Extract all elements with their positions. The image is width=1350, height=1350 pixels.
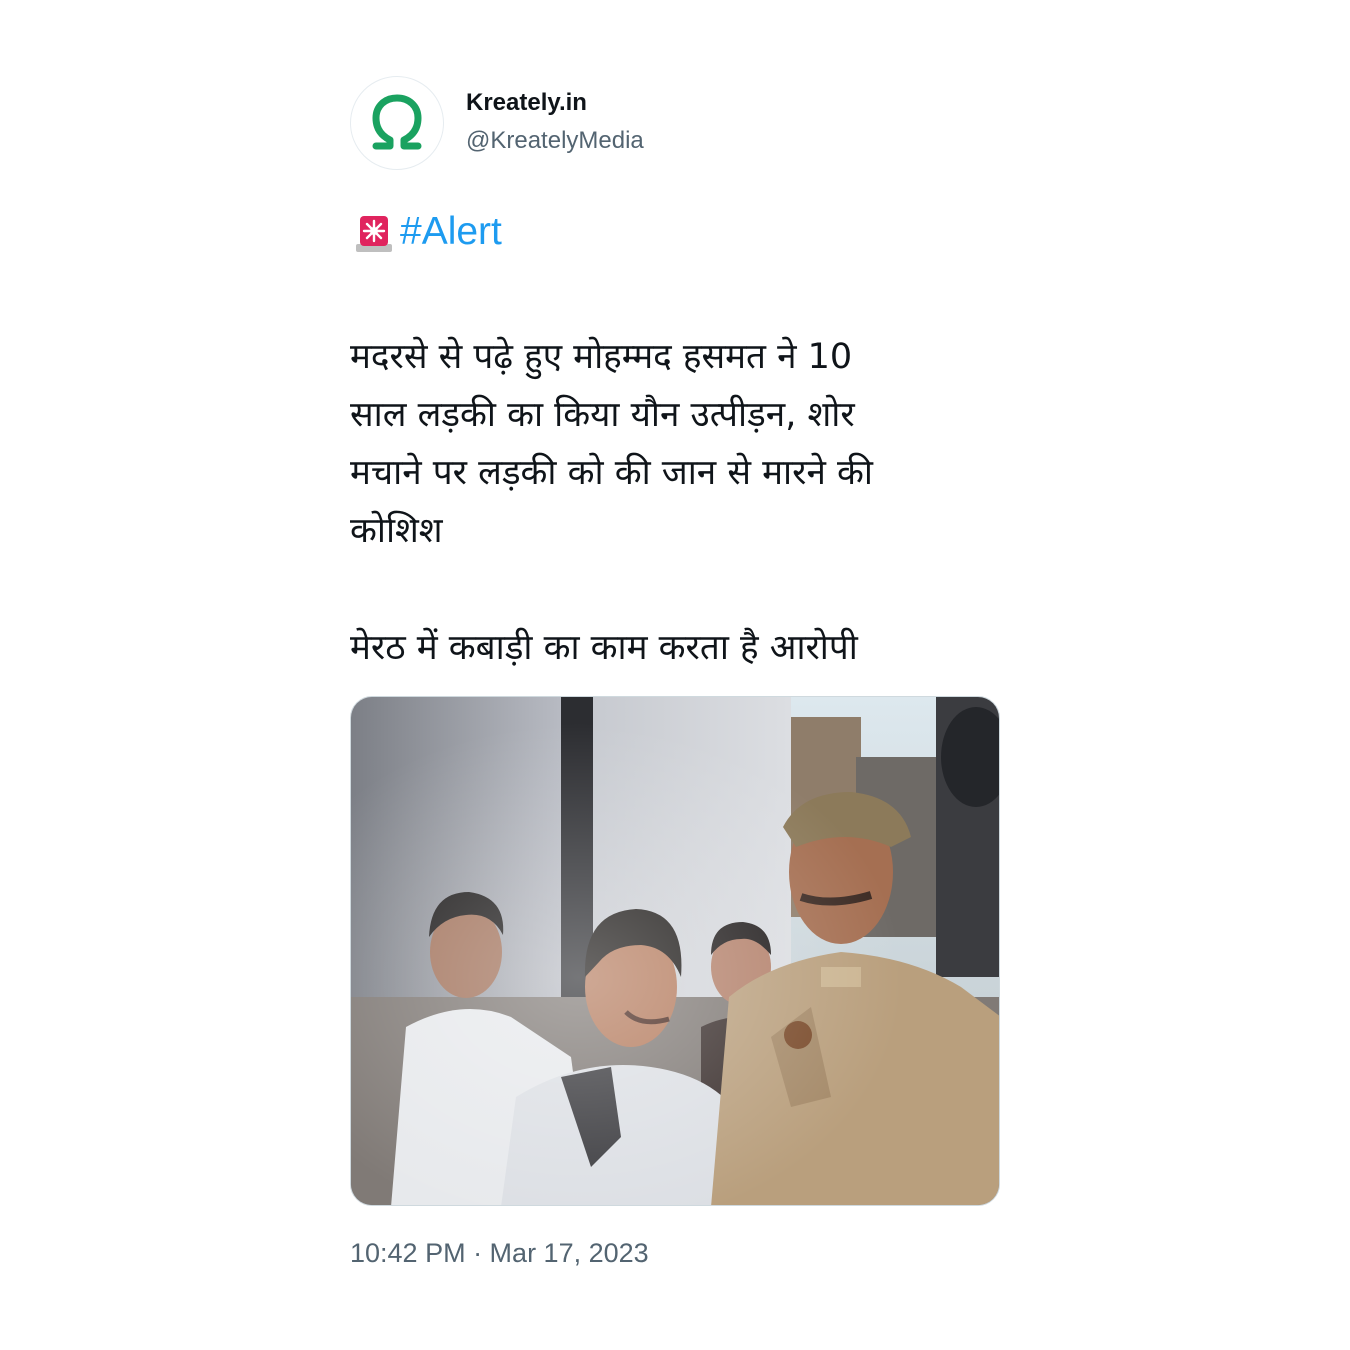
omega-logo-icon	[372, 94, 422, 150]
hashtag-link[interactable]: #Alert	[400, 208, 502, 256]
tweet-card: Kreately.in @KreatelyMedia #Alert मदरसे …	[350, 75, 1000, 1268]
police-siren-icon	[356, 216, 392, 252]
tweet-timestamp[interactable]: 10:42 PM · Mar 17, 2023	[350, 1235, 649, 1271]
tweet-text-line: साल लड़की का किया यौन उत्पीड़न, शोर	[350, 395, 855, 435]
user-handle[interactable]: @KreatelyMedia	[466, 124, 644, 158]
author-names: Kreately.in @KreatelyMedia	[466, 88, 644, 158]
tweet-text-paragraph-2: मेरठ में कबाड़ी का काम करता है आरोपी	[350, 628, 858, 668]
tweet-text-paragraph-1: मदरसे से पढ़े हुए मोहम्मद हसमत ने 10 साल…	[350, 328, 1000, 560]
tweet-text-line: मचाने पर लड़की को की जान से मारने की	[350, 453, 873, 493]
display-name[interactable]: Kreately.in	[466, 88, 644, 118]
tweet-photo[interactable]	[350, 696, 1000, 1206]
avatar[interactable]	[350, 76, 444, 170]
tweet-text-line: मदरसे से पढ़े हुए मोहम्मद हसमत ने 10	[350, 337, 853, 377]
tweet-text-line: कोशिश	[350, 511, 443, 551]
tweet-header: Kreately.in @KreatelyMedia	[350, 75, 1000, 171]
photo-scene	[351, 697, 999, 1205]
alert-line: #Alert	[352, 208, 502, 256]
